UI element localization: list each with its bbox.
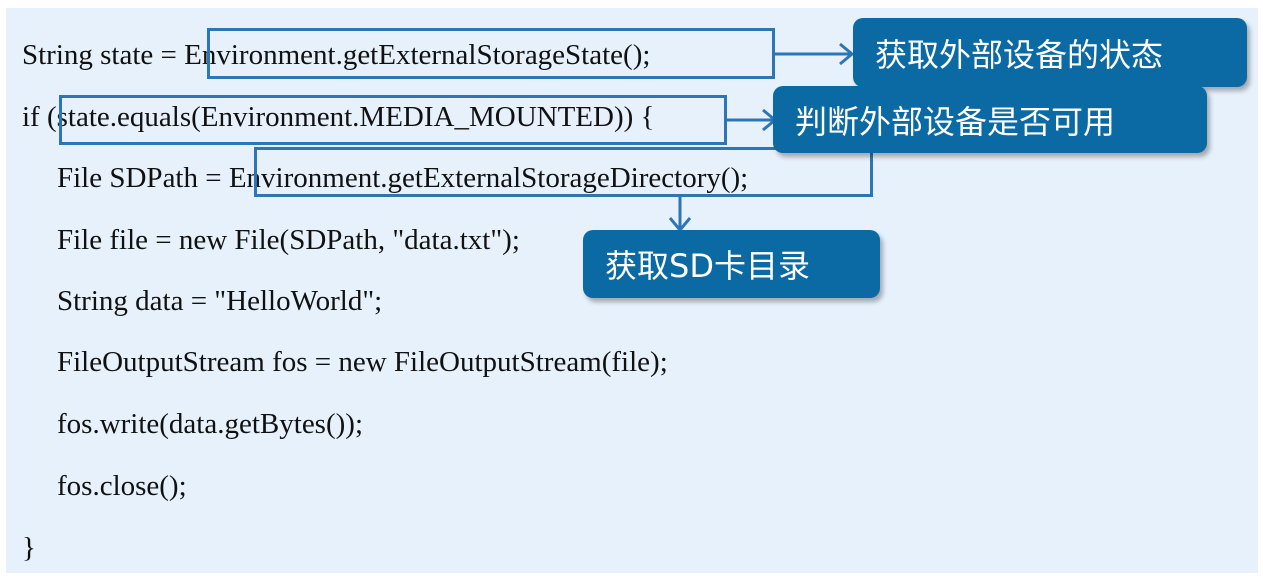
- arrow-to-directory-callout: [668, 197, 692, 233]
- arrow-to-state-callout: [775, 42, 855, 66]
- callout-state: 获取外部设备的状态: [853, 18, 1247, 87]
- arrow-to-mounted-callout: [727, 108, 778, 132]
- callout-directory: 获取SD卡目录: [583, 230, 880, 298]
- callout-mounted: 判断外部设备是否可用: [773, 86, 1207, 153]
